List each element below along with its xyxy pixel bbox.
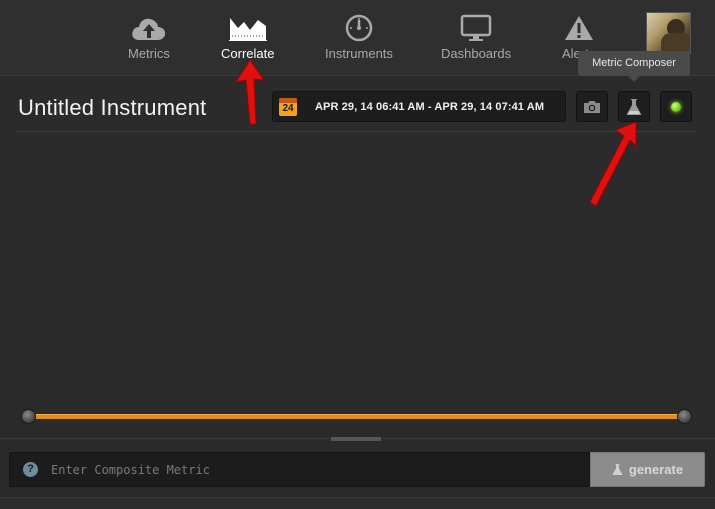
flask-icon (612, 464, 623, 475)
generate-label: generate (628, 462, 684, 477)
nav-label-metrics: Metrics (128, 46, 170, 61)
composite-metric-input[interactable] (51, 453, 589, 486)
warning-icon (564, 16, 593, 40)
nav-item-instruments[interactable]: Instruments (325, 14, 393, 61)
area-chart-icon (228, 18, 267, 41)
live-status-button[interactable] (660, 91, 692, 122)
date-range-text: APR 29, 14 06:41 AM - APR 29, 14 07:41 A… (315, 100, 545, 113)
avatar[interactable] (646, 12, 691, 54)
nav-label-dashboards: Dashboards (441, 46, 512, 61)
date-range-picker[interactable]: 24 APR 29, 14 06:41 AM - APR 29, 14 07:4… (272, 91, 566, 122)
nav-item-metrics[interactable]: Metrics (128, 14, 170, 61)
composite-metric-field: ? (9, 452, 590, 487)
range-end-handle[interactable] (677, 409, 692, 424)
cloud-upload-icon (132, 18, 166, 40)
time-range-track[interactable] (28, 414, 685, 419)
nav-item-correlate[interactable]: Correlate (221, 14, 274, 61)
gauge-icon (345, 14, 373, 42)
annotation-arrow-composer (589, 121, 637, 207)
annotation-arrow-correlate (234, 59, 266, 125)
nav-label-instruments: Instruments (325, 46, 393, 61)
nav-item-dashboards[interactable]: Dashboards (441, 14, 511, 61)
range-start-handle[interactable] (21, 409, 36, 424)
status-indicator-icon (671, 101, 681, 112)
instrument-title[interactable]: Untitled Instrument (18, 95, 206, 121)
flask-icon (627, 98, 641, 115)
calendar-day: 24 (282, 102, 294, 114)
metric-composer-button[interactable] (618, 91, 650, 122)
bottom-strip (0, 497, 715, 509)
calendar-icon: 24 (279, 97, 297, 116)
metric-composer-tooltip: Metric Composer (578, 51, 690, 82)
help-icon[interactable]: ? (23, 462, 38, 477)
camera-icon (584, 100, 600, 113)
snapshot-button[interactable] (576, 91, 608, 122)
generate-button[interactable]: generate (590, 452, 705, 487)
monitor-icon (460, 14, 492, 41)
